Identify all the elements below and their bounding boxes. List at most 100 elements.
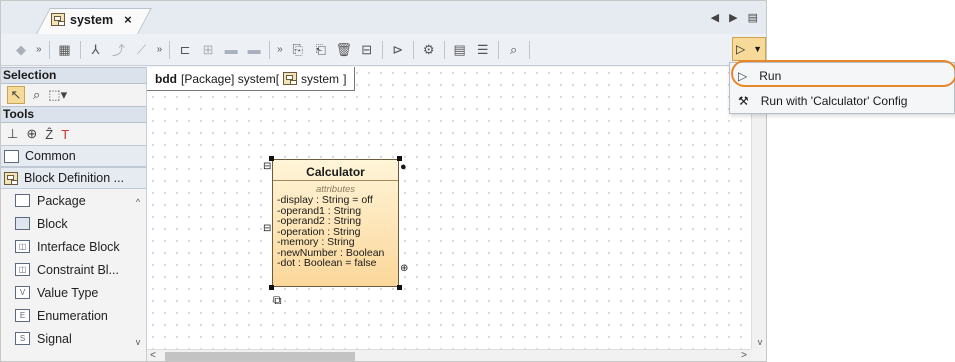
align-icon[interactable]: ⊏ (177, 42, 193, 58)
run-button[interactable]: ▷ ▼ (732, 37, 766, 61)
tools-icon: ⚒ (738, 94, 749, 108)
layout-icon[interactable]: ▦ (57, 42, 73, 58)
line-icon[interactable]: ⟋ (134, 42, 150, 58)
block-icon (15, 217, 30, 230)
scroll-right-icon[interactable]: ▶ (729, 11, 737, 24)
stamp-icon[interactable]: ⊥ (7, 126, 18, 142)
palette-item-constraint-block[interactable]: ◫ Constraint Bl... (1, 258, 146, 281)
palette-group-common[interactable]: Common (1, 145, 146, 167)
scroll-left-icon[interactable]: < (150, 350, 156, 361)
back-icon[interactable]: ◆ (13, 42, 29, 58)
table-icon[interactable]: ▤ (452, 42, 468, 58)
folder-icon (15, 194, 30, 207)
list-icon[interactable]: ☰ (475, 42, 491, 58)
tab-list-icon[interactable]: ▤ (748, 11, 758, 24)
canvas-horizontal-scrollbar[interactable]: < > (147, 349, 751, 361)
text-icon[interactable]: T (61, 127, 69, 142)
scroll-left-icon[interactable]: ◀ (711, 11, 719, 24)
package-diagram-icon (51, 13, 65, 26)
bold-icon[interactable]: Ẑ (45, 127, 53, 142)
tab-system[interactable]: system × (51, 12, 132, 27)
palette-item-signal[interactable]: S Signal (1, 327, 146, 350)
add-compartment-icon[interactable]: ● (400, 161, 407, 173)
signal-icon: S (15, 332, 30, 345)
scroll-thumb[interactable] (165, 352, 355, 361)
pointer-icon[interactable]: ↖ (7, 86, 25, 104)
separator (79, 40, 81, 59)
palette-group-block-definition[interactable]: Block Definition ... (1, 167, 146, 189)
resize-handle[interactable] (269, 285, 274, 290)
resize-handle[interactable] (397, 285, 402, 290)
block-attribute: -memory : String (277, 236, 355, 248)
smart-manipulator-icon[interactable]: ⧉ (273, 293, 282, 308)
separator (497, 40, 499, 59)
folder-icon (4, 149, 19, 163)
paste-icon[interactable]: ⎗ (313, 42, 329, 58)
item-label: Interface Block (37, 239, 120, 254)
diagram-toolbar: ◆ » ▦ ⅄ ⤴ ⟋ » ⊏ ⊞ ▬ ▬ » ⎘ ⎗ 🗑 ⊟ ⊳ ⚙ ▤ ☰ … (1, 34, 766, 66)
more-icon[interactable]: » (36, 44, 42, 55)
interface-block-icon: ◫ (15, 240, 30, 253)
save-icon[interactable]: ⊟ (359, 42, 375, 58)
palette-item-block[interactable]: Block (1, 212, 146, 235)
palette-scrollbar[interactable]: ^ v (132, 197, 144, 347)
scroll-down-icon[interactable]: v (132, 337, 144, 347)
separator (381, 40, 383, 59)
tab-bar: system × ◀ ▶ ▤ (1, 1, 766, 35)
shape-icon[interactable]: ▬ (223, 42, 239, 58)
validate-icon[interactable]: ⊳ (390, 42, 406, 58)
diagram-canvas[interactable]: bdd [Package] system[ system ] (147, 67, 751, 349)
more-icon[interactable]: » (277, 44, 283, 55)
chevron-down-icon[interactable]: ▼ (753, 44, 762, 54)
expand-icon[interactable]: ⊕ (400, 263, 408, 274)
menu-item-run-with-config[interactable]: ⚒ Run with 'Calculator' Config (730, 89, 954, 113)
tab-controls: ◀ ▶ ▤ (711, 11, 758, 24)
scroll-right-icon[interactable]: > (741, 350, 747, 361)
separator (48, 40, 50, 59)
scroll-down-icon[interactable]: v (752, 337, 766, 347)
delete-icon[interactable]: 🗑 (335, 42, 352, 58)
item-label: Enumeration (37, 308, 108, 323)
scroll-up-icon[interactable]: ^ (132, 197, 144, 207)
palette-panel: Selection ↖ ⌕ ⬚▾ Tools ⊥ ⊕ Ẑ T Common Bl… (1, 67, 147, 361)
menu-item-label: Run with 'Calculator' Config (760, 94, 908, 108)
palette-item-interface-block[interactable]: ◫ Interface Block (1, 235, 146, 258)
block-attribute: -display : String = off (277, 194, 373, 206)
grid-icon[interactable]: ⊞ (200, 42, 216, 58)
shape2-icon[interactable]: ▬ (246, 42, 262, 58)
separator (169, 40, 171, 59)
search-icon[interactable]: ⌕ (506, 42, 522, 58)
copy-icon[interactable]: ⎘ (290, 42, 306, 58)
palette-item-value-type[interactable]: V Value Type (1, 281, 146, 304)
gear-icon[interactable]: ⚙ (421, 42, 437, 58)
calculator-block[interactable]: Calculator attributes -display : String … (272, 159, 399, 287)
enumeration-icon: E (15, 309, 30, 322)
highlight-ring (731, 60, 955, 87)
palette-header-tools: Tools (1, 106, 146, 123)
group-label: Common (25, 149, 76, 163)
block-attribute: -operand2 : String (277, 215, 362, 227)
collapse-icon[interactable]: ⊟ (263, 223, 271, 234)
frame-kind: bdd (155, 71, 177, 86)
palette-item-enumeration[interactable]: E Enumeration (1, 304, 146, 327)
palette-item-package[interactable]: Package (1, 189, 146, 212)
item-label: Block (37, 216, 68, 231)
separator (412, 40, 414, 59)
path-icon[interactable]: ⤴ (111, 42, 127, 58)
constraint-block-icon: ◫ (15, 263, 30, 276)
more-icon[interactable]: » (157, 44, 163, 55)
collapse-icon[interactable]: ⊟ (263, 161, 271, 172)
value-type-icon: V (15, 286, 30, 299)
package-diagram-icon (4, 171, 18, 185)
close-icon[interactable]: × (124, 12, 132, 27)
zoom-icon[interactable]: ⌕ (33, 87, 40, 103)
marquee-icon[interactable]: ⬚▾ (48, 87, 67, 103)
palette-header-selection: Selection (1, 67, 146, 84)
item-label: Package (37, 193, 86, 208)
diagram-frame-label: bdd [Package] system[ system ] (147, 67, 356, 91)
hierarchy-icon[interactable]: ⅄ (88, 42, 104, 58)
package-diagram-icon (283, 72, 298, 85)
anchor-icon[interactable]: ⊕ (26, 126, 37, 142)
play-icon: ▷ (736, 42, 746, 56)
tab-title: system (70, 12, 114, 27)
